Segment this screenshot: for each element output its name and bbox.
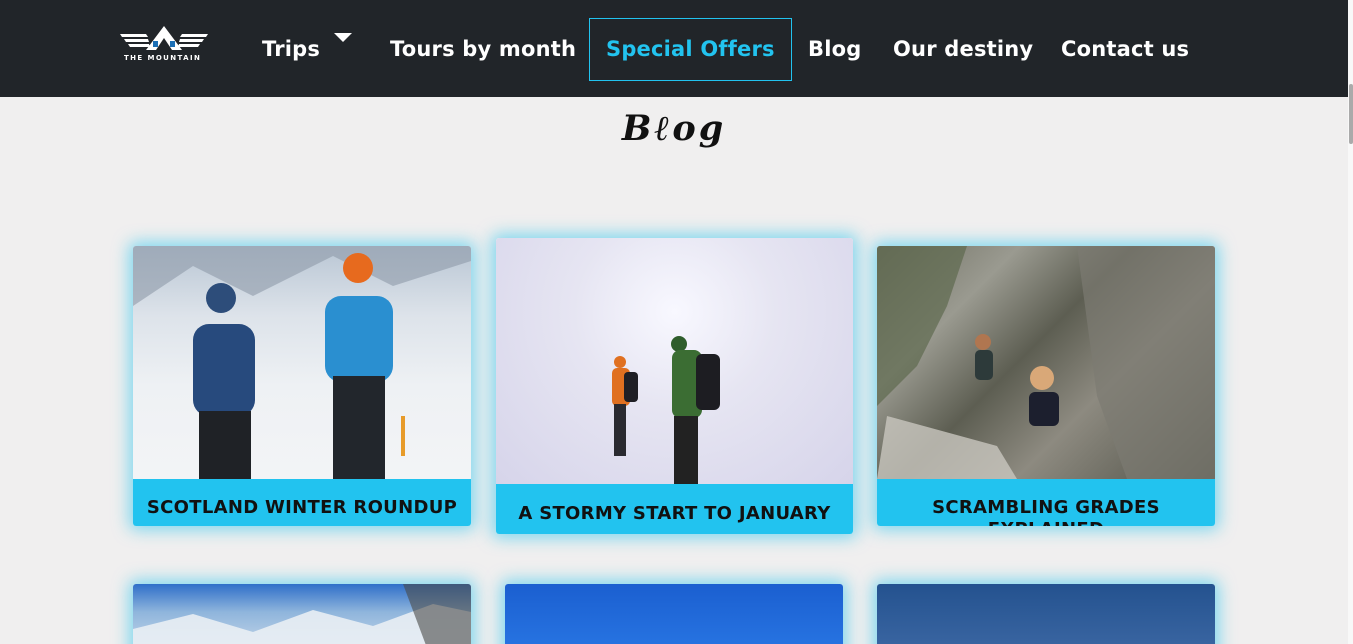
logo[interactable]: THE MOUNTAIN [118,24,210,64]
storm-photo-icon [612,336,720,484]
scrollbar[interactable] [1348,0,1353,644]
nav-our-destiny[interactable]: Our destiny [893,18,1033,81]
nav-tours-by-month[interactable]: Tours by month [390,18,576,81]
blog-card-scrambling-grades[interactable]: SCRAMBLING GRADES EXPLAINED [877,246,1215,526]
mountain-logo-icon [120,26,208,50]
nav-blog[interactable]: Blog [808,18,861,81]
climbers-photo-icon [133,246,471,479]
page-title: Bℓog [621,108,727,149]
logo-text: THE MOUNTAIN [124,54,202,62]
blog-card-scotland-winter[interactable]: SCOTLAND WINTER ROUNDUP [133,246,471,526]
mountain-photo-icon [133,584,471,644]
card-image [133,584,471,644]
nav-trips[interactable]: Trips [262,18,353,81]
blog-card-stormy-start[interactable]: A STORMY START TO JANUARY [496,238,853,534]
card-caption[interactable]: SCOTLAND WINTER ROUNDUP [133,479,471,526]
blog-card-4[interactable] [133,584,471,644]
card-caption[interactable]: SCRAMBLING GRADES EXPLAINED [877,479,1215,526]
nav-special-offers[interactable]: Special Offers [589,18,792,81]
blog-card-5[interactable] [505,584,843,644]
card-image [133,246,471,479]
card-caption[interactable]: A STORMY START TO JANUARY [496,484,853,534]
card-image [877,246,1215,479]
card-image [505,584,843,644]
nav-trips-label: Trips [262,37,321,61]
card-image [496,238,853,484]
card-image [877,584,1215,644]
top-navbar: THE MOUNTAIN Trips Tours by month Specia… [0,0,1348,97]
blog-card-6[interactable] [877,584,1215,644]
rock-scramble-photo-icon [877,246,1215,479]
scrollbar-thumb[interactable] [1349,84,1353,144]
caret-down-icon [334,33,353,42]
nav-contact-us[interactable]: Contact us [1061,18,1189,81]
